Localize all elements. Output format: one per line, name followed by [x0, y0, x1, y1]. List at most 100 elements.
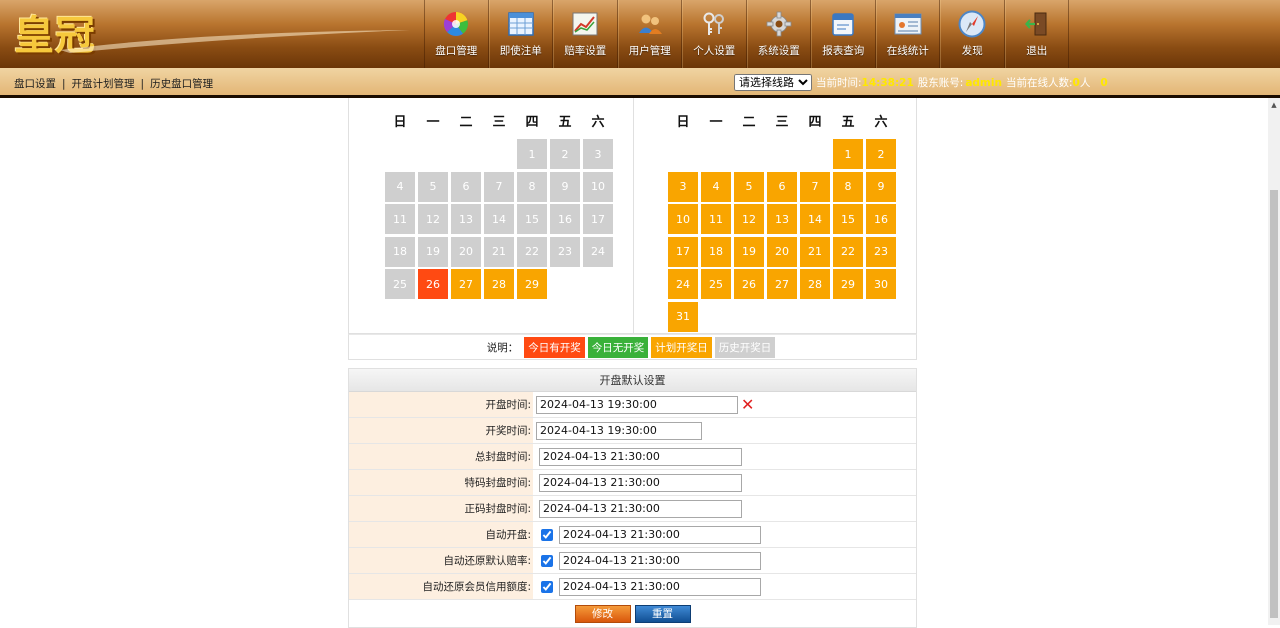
right-calendar-day[interactable]: 31 — [668, 301, 698, 332]
left-calendar-day[interactable]: 13 — [451, 204, 481, 234]
left-calendar-day[interactable]: 7 — [484, 171, 514, 202]
right-calendar-day[interactable]: 25 — [701, 269, 731, 299]
nav-system-settings[interactable]: 系统设置 — [746, 0, 811, 68]
nav-odds-settings[interactable]: 赔率设置 — [553, 0, 618, 68]
right-calendar-day[interactable]: 9 — [866, 171, 896, 202]
right-calendar-day[interactable]: 17 — [668, 236, 698, 267]
auto-restore-credit-checkbox[interactable] — [541, 580, 553, 593]
nav-report-query[interactable]: 报表查询 — [811, 0, 876, 68]
link-pankou-settings[interactable]: 盘口设置 — [14, 78, 56, 90]
left-calendar-day[interactable]: 2 — [550, 139, 580, 169]
right-calendar-day[interactable]: 1 — [833, 139, 863, 169]
total-close-time-input[interactable] — [539, 447, 742, 466]
scroll-thumb[interactable] — [1270, 190, 1278, 618]
right-calendar-day[interactable]: 23 — [866, 236, 896, 267]
left-calendar-day[interactable]: 23 — [550, 236, 580, 267]
link-opening-plan-management[interactable]: 开盘计划管理 — [72, 78, 135, 90]
exit-door-icon — [1022, 9, 1052, 39]
right-calendar-day[interactable]: 6 — [767, 171, 797, 202]
right-calendar-day[interactable]: 7 — [800, 171, 830, 202]
left-calendar-day[interactable]: 12 — [418, 204, 448, 234]
right-calendar-day[interactable]: 22 — [833, 236, 863, 267]
right-calendar-day[interactable]: 5 — [734, 171, 764, 202]
left-calendar-day[interactable]: 9 — [550, 171, 580, 202]
left-calendar-day[interactable]: 10 — [583, 171, 613, 202]
left-calendar-day[interactable]: 1 — [517, 139, 547, 169]
right-calendar-day[interactable]: 11 — [701, 204, 731, 234]
link-history-pankou-management[interactable]: 历史盘口管理 — [150, 78, 213, 90]
left-calendar-day[interactable]: 15 — [517, 204, 547, 234]
right-calendar-day[interactable]: 13 — [767, 204, 797, 234]
nav-logout[interactable]: 退出 — [1004, 0, 1069, 68]
line-select[interactable]: 请选择线路 — [734, 74, 812, 91]
left-calendar-day[interactable]: 24 — [583, 236, 613, 267]
right-calendar-day[interactable]: 10 — [668, 204, 698, 234]
special-close-time-input[interactable] — [539, 473, 742, 492]
right-calendar-day[interactable]: 30 — [866, 269, 896, 299]
modify-button[interactable]: 修改 — [574, 604, 631, 623]
left-calendar-day[interactable]: 17 — [583, 204, 613, 234]
page-scrollbar[interactable]: ▲ — [1268, 98, 1280, 625]
left-calendar-day[interactable]: 27 — [451, 269, 481, 299]
right-calendar-day[interactable]: 12 — [734, 204, 764, 234]
nav-pankou-management[interactable]: 盘口管理 — [424, 0, 489, 68]
left-calendar-day[interactable]: 21 — [484, 236, 514, 267]
nav-live-bets[interactable]: 即使注单 — [488, 0, 553, 68]
right-calendar-day[interactable]: 8 — [833, 171, 863, 202]
left-calendar-day[interactable]: 6 — [451, 171, 481, 202]
right-calendar-day[interactable]: 15 — [833, 204, 863, 234]
auto-open-time-input[interactable] — [559, 525, 761, 544]
right-calendar-day[interactable]: 3 — [668, 171, 698, 202]
left-calendar-day[interactable]: 16 — [550, 204, 580, 234]
left-calendar-day[interactable]: 22 — [517, 236, 547, 267]
right-calendar-day[interactable]: 19 — [734, 236, 764, 267]
right-calendar-day[interactable]: 18 — [701, 236, 731, 267]
left-calendar-day[interactable]: 4 — [385, 171, 415, 202]
left-calendar-day[interactable]: 19 — [418, 236, 448, 267]
right-calendar-day[interactable]: 28 — [800, 269, 830, 299]
right-calendar-day[interactable]: 2 — [866, 139, 896, 169]
draw-time-input[interactable] — [536, 421, 702, 440]
left-calendar-day[interactable]: 14 — [484, 204, 514, 234]
sub-navigation-bar: 盘口设置 | 开盘计划管理 | 历史盘口管理 请选择线路 当前时间: 14:38:21 … — [0, 68, 1280, 98]
right-calendar-day[interactable]: 14 — [800, 204, 830, 234]
left-weekday-header: 日 — [393, 115, 407, 130]
left-calendar-day[interactable]: 8 — [517, 171, 547, 202]
right-calendar-day[interactable]: 20 — [767, 236, 797, 267]
left-calendar-day[interactable]: 18 — [385, 236, 415, 267]
right-calendar-day[interactable]: 21 — [800, 236, 830, 267]
right-calendar-day[interactable]: 27 — [767, 269, 797, 299]
nav-personal-settings[interactable]: 个人设置 — [682, 0, 747, 68]
left-calendar-day[interactable]: 20 — [451, 236, 481, 267]
main-nav: 盘口管理 即使注单 赔率设置 用户管理 个人设置 系统设置 报表查询 在线统计 … — [424, 0, 1069, 68]
auto-restore-odds-checkbox[interactable] — [541, 554, 553, 567]
nav-discover[interactable]: 发现 — [940, 0, 1005, 68]
right-calendar-day[interactable]: 29 — [833, 269, 863, 299]
normal-close-time-input[interactable] — [539, 499, 742, 518]
separator: | — [140, 78, 145, 90]
left-calendar-day[interactable]: 29 — [517, 269, 547, 299]
compass-icon — [957, 9, 987, 39]
left-calendar-day[interactable]: 11 — [385, 204, 415, 234]
left-calendar-day[interactable]: 3 — [583, 139, 613, 169]
setting-row-special-close-time: 特码封盘时间: — [349, 470, 916, 496]
clear-x-icon[interactable]: ✕ — [741, 396, 754, 413]
left-calendar-day[interactable]: 5 — [418, 171, 448, 202]
open-time-input[interactable] — [536, 395, 738, 414]
auto-restore-credit-time-input[interactable] — [559, 577, 761, 596]
right-calendar-day[interactable]: 26 — [734, 269, 764, 299]
left-calendar-day[interactable]: 25 — [385, 269, 415, 299]
right-calendar-day[interactable]: 24 — [668, 269, 698, 299]
nav-online-stats[interactable]: 在线统计 — [875, 0, 940, 68]
right-calendar-day[interactable]: 16 — [866, 204, 896, 234]
left-calendar-day[interactable]: 26 — [418, 269, 448, 299]
right-calendar-day[interactable]: 4 — [701, 171, 731, 202]
nav-user-management[interactable]: 用户管理 — [617, 0, 682, 68]
scroll-up-arrow-icon[interactable]: ▲ — [1268, 98, 1280, 112]
left-calendar-day[interactable]: 28 — [484, 269, 514, 299]
reset-button[interactable]: 重置 — [634, 604, 691, 623]
auto-restore-odds-time-input[interactable] — [559, 551, 761, 570]
auto-open-checkbox[interactable] — [541, 528, 553, 541]
top-header: 皇冠 盘口管理 即使注单 赔率设置 用户管理 个人设置 系统设置 报表查询 在线… — [0, 0, 1280, 68]
online-count-unit: 人 — [1079, 77, 1091, 89]
